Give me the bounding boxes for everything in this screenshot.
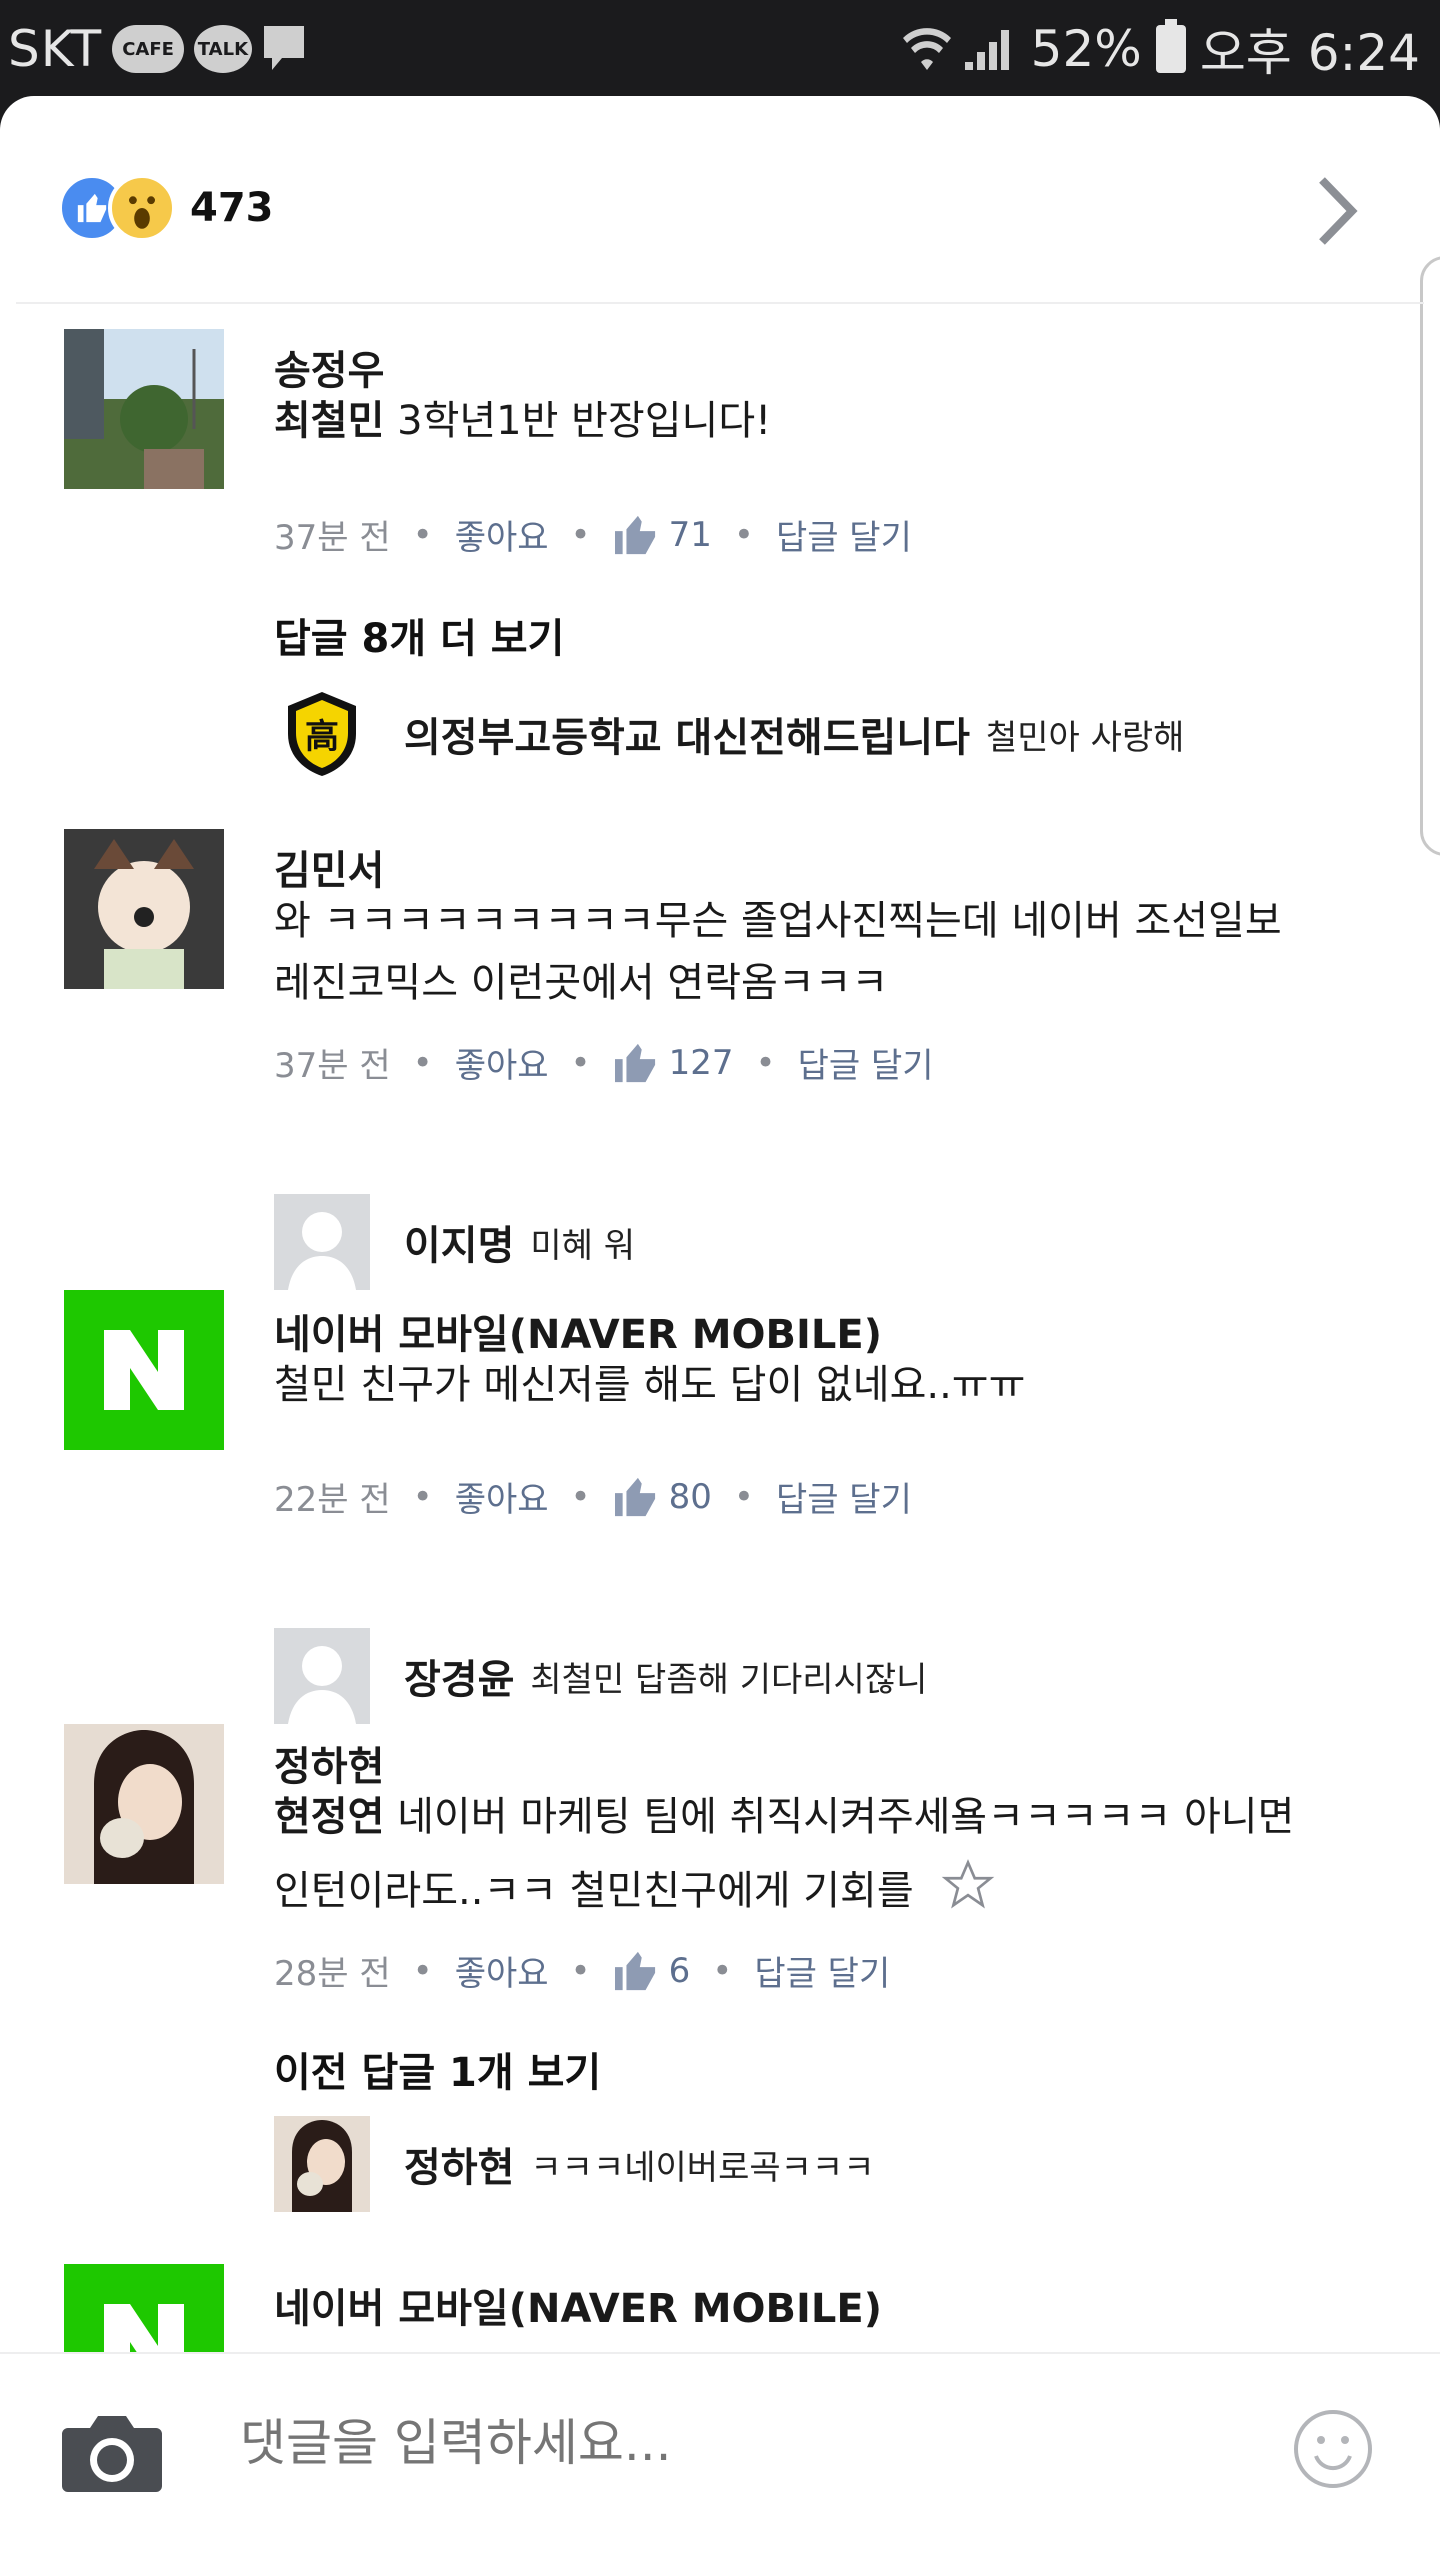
reply-item[interactable]: 高 의정부고등학교 대신전해드립니다 철민아 사랑해 [274, 686, 1184, 782]
comment-line-1: 와 ㅋㅋㅋㅋㅋㅋㅋㅋㅋ무슨 졸업사진찍는데 네이버 조선일보 [274, 898, 1282, 944]
timestamp: 28분 전 [274, 1954, 391, 1994]
signal-icon [964, 30, 1009, 70]
reply-author[interactable]: 이지명 [404, 1213, 514, 1271]
comments-sheet: 473 송정우 최철민 3학년1반 반장입니다! 37분 전 • 좋아요 • 71 •… [0, 96, 1440, 2560]
comment-body: 인턴이라도..ㅋㅋ 철민친구에게 기회를 [274, 1868, 914, 1914]
like-count: 127 [668, 1042, 734, 1083]
avatar [274, 1628, 370, 1724]
reply-button[interactable]: 답글 달기 [776, 1472, 912, 1521]
reply-button[interactable]: 답글 달기 [754, 1946, 890, 1995]
reply-item[interactable]: 정하현 ㅋㅋㅋ네이버로곡ㅋㅋㅋ [274, 2116, 875, 2212]
comment-author[interactable]: 김민서 [274, 838, 384, 896]
comment-body: 네이버 마케팅 팀에 취직시켜주세욬ㅋㅋㅋㅋㅋ 아니면 [384, 1794, 1295, 1840]
comment-body: 3학년1반 반장입니다! [384, 398, 772, 444]
like-count: 6 [668, 1950, 691, 1991]
comment-author[interactable]: 정하현 [274, 1734, 384, 1792]
reply-text: 미혜 워 [530, 1225, 636, 1266]
star-icon [942, 1859, 995, 1909]
chevron-right-icon[interactable] [1306, 166, 1370, 256]
thumbs-up-icon [614, 1043, 655, 1082]
reaction-summary[interactable]: 473 [58, 172, 274, 244]
reply-text: ㅋㅋㅋ네이버로곡ㅋㅋㅋ [530, 2147, 875, 2188]
comment-composer [0, 2352, 1440, 2560]
clock: 오후 6:24 [1199, 24, 1420, 82]
cafe-icon: CAFE [112, 25, 184, 73]
timestamp: 37분 전 [274, 518, 391, 558]
thumbs-up-icon [614, 1477, 655, 1516]
comment-line-2: 인턴이라도..ㅋㅋ 철민친구에게 기회를 [274, 1858, 996, 1922]
reply-button[interactable]: 답글 달기 [776, 510, 912, 559]
comment-meta: 28분 전 • 좋아요 • 6 • 답글 달기 [274, 1946, 890, 1995]
comment-text: 철민 친구가 메신저를 해도 답이 없네요..ㅠㅠ [274, 1362, 1026, 1408]
reaction-count: 473 [190, 185, 274, 231]
like-button[interactable]: 좋아요 [455, 1472, 549, 1521]
reply-button[interactable]: 답글 달기 [798, 1038, 934, 1087]
like-count: 71 [668, 514, 712, 555]
avatar[interactable] [64, 329, 224, 489]
comment-author[interactable]: 송정우 [274, 338, 384, 396]
comment-meta: 37분 전 • 좋아요 • 127 • 답글 달기 [274, 1038, 934, 1087]
avatar [274, 2116, 370, 2212]
like-button[interactable]: 좋아요 [455, 1038, 549, 1087]
avatar[interactable] [64, 1724, 224, 1884]
reply-item[interactable]: 이지명 미혜 워 [274, 1194, 635, 1290]
talk-icon: TALK [193, 25, 252, 73]
view-more-replies[interactable]: 답글 8개 더 보기 [274, 606, 564, 664]
avatar[interactable] [64, 1290, 224, 1450]
reply-text: 최철민 답좀해 기다리시잖니 [530, 1659, 928, 1700]
thumbs-up-icon [614, 1951, 655, 1990]
comment-line-2: 레진코믹스 이런곳에서 연락옴ㅋㅋㅋ [274, 960, 889, 1006]
divider [16, 302, 1424, 304]
like-count: 80 [668, 1476, 712, 1517]
camera-icon[interactable] [60, 2410, 164, 2496]
wifi-icon [902, 28, 951, 70]
battery-icon [1155, 19, 1186, 73]
emoji-icon[interactable] [1292, 2408, 1374, 2490]
status-bar: SKT CAFE TALK 52% 오후 6:24 [0, 0, 1440, 96]
like-button[interactable]: 좋아요 [455, 1946, 549, 1995]
carrier-label: SKT [8, 20, 103, 78]
avatar: 高 [274, 686, 370, 782]
avatar [274, 1194, 370, 1290]
reply-author[interactable]: 장경윤 [404, 1647, 514, 1705]
comment-meta: 22분 전 • 좋아요 • 80 • 답글 달기 [274, 1472, 912, 1521]
avatar[interactable] [64, 829, 224, 989]
scroll-edge [1420, 256, 1440, 856]
comment-input[interactable] [240, 2414, 1220, 2472]
comment-meta: 37분 전 • 좋아요 • 71 • 답글 달기 [274, 510, 912, 559]
like-button[interactable]: 좋아요 [455, 510, 549, 559]
comment-text: 최철민 3학년1반 반장입니다! [274, 390, 771, 452]
reply-item[interactable]: 장경윤 최철민 답좀해 기다리시잖니 [274, 1628, 927, 1724]
timestamp: 22분 전 [274, 1480, 391, 1520]
battery-percent: 52% [1030, 20, 1142, 78]
message-icon [263, 26, 304, 70]
thumbs-up-icon [614, 515, 655, 554]
mention-link[interactable]: 최철민 [274, 398, 384, 444]
reply-author[interactable]: 의정부고등학교 대신전해드립니다 [404, 705, 970, 763]
view-previous-replies[interactable]: 이전 답글 1개 보기 [274, 2040, 601, 2098]
timestamp: 37분 전 [274, 1046, 391, 1086]
comment-author[interactable]: 네이버 모바일(NAVER MOBILE) [274, 2276, 882, 2334]
comment-author[interactable]: 네이버 모바일(NAVER MOBILE) [274, 1302, 882, 1360]
svg-text:高: 高 [305, 717, 339, 757]
reply-author[interactable]: 정하현 [404, 2135, 514, 2193]
comment-line-1: 현정연 네이버 마케팅 팀에 취직시켜주세욬ㅋㅋㅋㅋㅋ 아니면 [274, 1786, 1294, 1848]
mention-link[interactable]: 현정연 [274, 1794, 384, 1840]
reply-text: 철민아 사랑해 [985, 717, 1185, 758]
wow-icon [108, 174, 176, 242]
